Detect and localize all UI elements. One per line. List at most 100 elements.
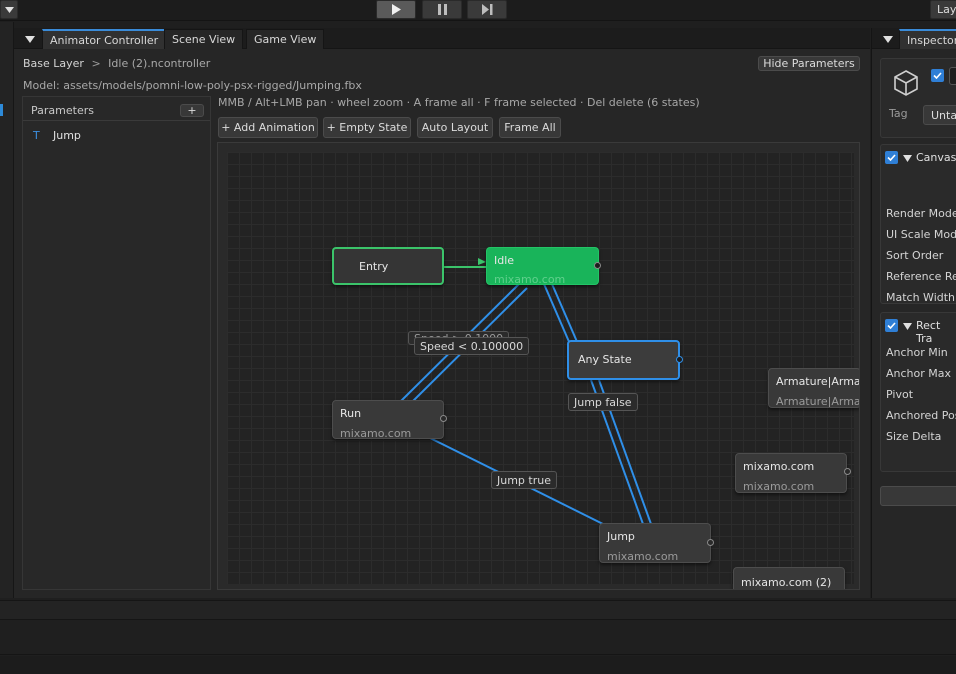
edge-idle-any-a (543, 283, 571, 345)
tab-label: Inspector (907, 33, 956, 47)
state-node-mixamo[interactable]: mixamo.com mixamo.com (735, 453, 847, 493)
tab-label: Scene View (172, 33, 236, 46)
panel-menu-icon[interactable] (22, 31, 38, 47)
tab-label: Animator Controller (50, 33, 159, 47)
state-node-entry[interactable]: Entry (332, 247, 444, 285)
step-icon (481, 4, 492, 15)
expand-triangle-icon[interactable] (903, 323, 912, 330)
play-icon (392, 4, 401, 15)
layers-dropdown[interactable]: Lay (930, 0, 956, 19)
trigger-type-icon: T (33, 129, 40, 142)
any-state-port[interactable] (676, 356, 683, 363)
node-subtitle: mixamo.com (340, 427, 412, 439)
model-path: Model: assets/models/pomni-low-poly-psx-… (23, 79, 362, 92)
auto-layout-button[interactable]: Auto Layout (417, 117, 493, 138)
add-parameter-button[interactable]: + (180, 104, 204, 117)
tag-dropdown[interactable]: Untag (923, 105, 956, 125)
rect-row-anchored-pos: Anchored Posi (886, 409, 956, 422)
node-subtitle: mixamo.com (607, 550, 679, 563)
bottom-panel (0, 621, 956, 655)
object-header-section: Tag Untag (880, 58, 956, 138)
tab-scene-view[interactable]: Scene View (164, 29, 244, 49)
node-name: Run (340, 407, 362, 420)
parameter-item-jump[interactable]: T Jump (23, 127, 210, 145)
help-text: MMB / Alt+LMB pan · wheel zoom · A frame… (218, 96, 700, 109)
edge-label-jump-true[interactable]: Jump true (491, 471, 557, 489)
node-name: Any State (578, 353, 632, 366)
state-node-armature[interactable]: Armature|Armat Armature|Armat (768, 368, 860, 408)
inspector-panel: Inspector Tag Untag Canvas (871, 28, 956, 598)
rect-enabled-checkbox[interactable] (885, 319, 898, 332)
jump-port[interactable] (707, 539, 714, 546)
tab-game-view[interactable]: Game View (246, 29, 325, 49)
state-node-run[interactable]: Run mixamo.com (332, 400, 444, 439)
canvas-row-ui-scale-mode: UI Scale Mode (886, 228, 956, 241)
edge-label-speed[interactable]: Speed < 0.100000 (414, 337, 530, 355)
play-button[interactable] (376, 0, 416, 19)
layers-label: Lay (937, 3, 956, 16)
node-subtitle: mixamo.com (494, 273, 566, 285)
edge-label-text: Jump true (497, 473, 551, 487)
left-strip-accent (0, 104, 3, 116)
add-animation-label: + Add Animation (221, 121, 315, 134)
rect-row-size-delta: Size Delta (886, 430, 942, 443)
add-animation-button[interactable]: + Add Animation (218, 117, 318, 138)
tab-label: Game View (254, 33, 317, 46)
rect-row-anchor-min: Anchor Min (886, 346, 948, 359)
name-field[interactable] (949, 67, 956, 85)
add-component-button[interactable] (880, 486, 956, 506)
parameter-name: Jump (53, 129, 81, 142)
idle-port[interactable] (594, 262, 601, 269)
step-button[interactable] (467, 0, 507, 19)
state-graph[interactable]: Entry Idle mixamo.com Any State Run mixa… (217, 142, 860, 590)
parameters-panel: Parameters + T Jump (22, 96, 211, 590)
node-name: mixamo.com (743, 460, 815, 473)
mixamo-port[interactable] (844, 468, 851, 475)
empty-state-label: + Empty State (326, 121, 408, 134)
menu-dropdown-icon[interactable] (0, 0, 18, 19)
canvas-row-reference-res: Reference Res (886, 270, 956, 283)
node-name: mixamo.com (2) (741, 576, 832, 589)
status-bar (0, 656, 956, 674)
state-node-idle[interactable]: Idle mixamo.com (486, 247, 599, 285)
graph-edges (400, 258, 652, 529)
node-name: Jump (607, 530, 635, 543)
edge-label-text: Speed < 0.100000 (420, 339, 524, 353)
animator-tab-row: Animator Controller Scene View Game View (14, 28, 870, 49)
edge-idle-any-b (551, 283, 579, 345)
canvas-row-match-width: Match Width C (886, 291, 956, 304)
rect-row-pivot: Pivot (886, 388, 914, 401)
expand-triangle-icon[interactable] (903, 155, 912, 162)
inspector-tab-row: Inspector (872, 28, 956, 49)
inspector-menu-icon[interactable] (880, 31, 896, 47)
empty-state-button[interactable]: + Empty State (323, 117, 411, 138)
node-subtitle: Armature|Armat (776, 395, 860, 408)
rect-row-anchor-max: Anchor Max (886, 367, 952, 380)
rect-title: Rect Tra (916, 319, 941, 345)
canvas-enabled-checkbox[interactable] (885, 151, 898, 164)
canvas-row-sort-order: Sort Order (886, 249, 944, 262)
tab-inspector[interactable]: Inspector (899, 29, 956, 49)
pause-button[interactable] (422, 0, 462, 19)
parameters-title: Parameters (31, 104, 94, 117)
active-checkbox[interactable] (931, 69, 944, 82)
parameters-header: Parameters + (23, 97, 210, 121)
hide-parameters-label: Hide Parameters (763, 57, 855, 70)
hide-parameters-button[interactable]: Hide Parameters (758, 56, 860, 71)
state-node-any-state[interactable]: Any State (567, 340, 680, 380)
state-node-mixamo-2[interactable]: mixamo.com (2) (733, 567, 845, 589)
run-port[interactable] (440, 415, 447, 422)
tab-animator-controller[interactable]: Animator Controller (42, 29, 167, 49)
breadcrumb-controller[interactable]: Idle (2).ncontroller (108, 57, 210, 70)
add-parameter-label: + (187, 104, 197, 117)
breadcrumb-layer[interactable]: Base Layer (23, 57, 84, 70)
edge-label-jump-false[interactable]: Jump false (568, 393, 638, 411)
tag-value: Untag (931, 109, 956, 122)
frame-all-label: Frame All (504, 121, 556, 134)
auto-layout-label: Auto Layout (421, 121, 489, 134)
pause-icon (437, 4, 447, 15)
cube-icon (894, 70, 918, 96)
breadcrumb: Base Layer > Idle (2).ncontroller (23, 57, 210, 70)
state-node-jump[interactable]: Jump mixamo.com (599, 523, 711, 563)
frame-all-button[interactable]: Frame All (499, 117, 561, 138)
